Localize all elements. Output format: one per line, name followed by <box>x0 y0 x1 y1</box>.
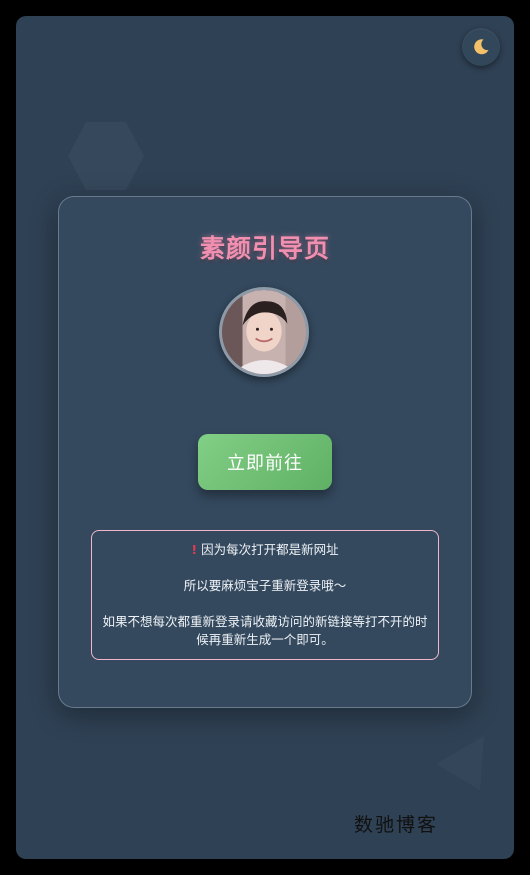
theme-toggle-button[interactable] <box>462 28 500 66</box>
guide-card: 素颜引导页 立即前往 ! 因为每次打开都是新网址 所以要麻烦宝子重新登录哦～ 如果… <box>58 196 472 708</box>
notice-line-1: ! 因为每次打开都是新网址 <box>102 541 428 559</box>
page-title: 素颜引导页 <box>199 234 330 263</box>
notice-box: ! 因为每次打开都是新网址 所以要麻烦宝子重新登录哦～ 如果不想每次都重新登录请收… <box>91 530 439 660</box>
exclamation-icon: ! <box>191 542 198 557</box>
notice-line-3: 如果不想每次都重新登录请收藏访问的新链接等打不开的时候再重新生成一个即可。 <box>102 614 428 647</box>
go-now-button[interactable]: 立即前往 <box>198 434 332 490</box>
guide-screen: 素颜引导页 立即前往 ! 因为每次打开都是新网址 所以要麻烦宝子重新登录哦～ 如果… <box>16 16 514 859</box>
moon-icon <box>474 39 489 55</box>
watermark-text: 数驰博客 <box>354 814 439 836</box>
hexagon-decoration-icon <box>68 122 144 190</box>
notice-line-2: 所以要麻烦宝子重新登录哦～ <box>183 578 347 593</box>
avatar-photo-icon <box>222 290 306 374</box>
triangle-decoration-icon <box>436 736 484 790</box>
notice-line-1-text: 因为每次打开都是新网址 <box>201 542 339 557</box>
avatar <box>219 287 309 377</box>
